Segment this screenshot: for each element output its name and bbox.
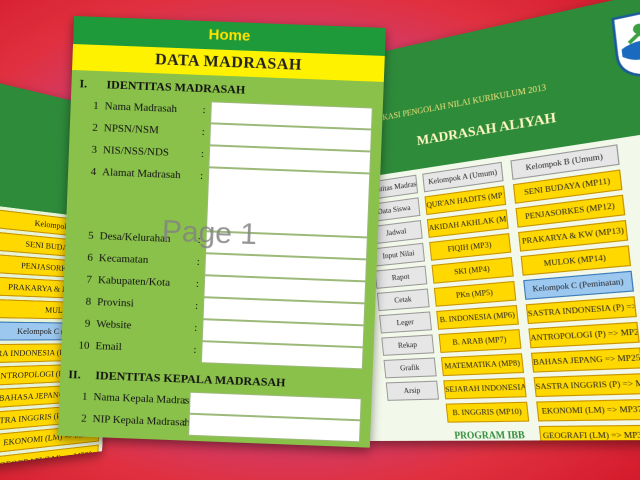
field-label: NIP Kepala Madrasah [92,413,191,429]
row-number: 4 [90,165,97,178]
field-colon: : [197,233,201,247]
subject-button[interactable]: SKI (MP4) [431,256,514,284]
row-number: 7 [86,273,93,286]
subject-button[interactable]: ANTROPOLOGI (P) => MP24 [528,321,640,349]
group-bc-column: Kelompok B (Umum) SENI BUDAYA (MP11) PENJA… [510,144,640,441]
row-number: 10 [78,339,90,352]
row-number: 9 [84,317,91,330]
subject-button[interactable]: GEOGRAFI (LM) => MP39 [538,424,640,441]
menu-button[interactable]: Rapot [374,265,428,289]
section-number: II. [68,367,81,382]
subject-button[interactable]: BAHASA JEPANG => MP25 [530,347,640,373]
row-number: 6 [87,251,94,264]
subject-button[interactable]: MATEMATIKA (MP8) [440,353,525,377]
identitas-madrasah-fields: 1 Nama Madrasah: 2 NPSN/NSM: 3 NIS/NSS/NDS: 4 A… [61,95,383,370]
field-colon: : [182,416,186,429]
subject-button[interactable]: Kelompok C (Peminatan) [523,270,635,300]
madrasah-logo-icon [605,2,640,83]
row-number: 8 [85,295,92,308]
menu-button[interactable]: Input Nilai [372,242,426,267]
row-number: 2 [80,412,87,425]
subject-button[interactable]: B. INGGRIS (MP10) [445,401,530,423]
row-number: 1 [92,99,99,113]
menu-button[interactable]: Cetak [376,288,430,312]
subject-button[interactable]: PKn (MP5) [433,280,517,307]
field-colon: : [195,277,200,290]
data-madrasah-form: Home DATA MADRASAH I. IDENTITAS MADRASAH… [57,16,386,448]
subject-button[interactable]: SASTRA INDONESIA (P) => MP23 [525,296,637,325]
subject-button[interactable]: FIQIH (MP3) [429,233,512,261]
field-label: Kecamatan [98,252,149,267]
field-colon: : [194,299,199,312]
menu-button[interactable]: Leger [379,311,433,334]
section-title: IDENTITAS KEPALA MADRASAH [95,368,286,390]
row-number: 2 [92,121,99,135]
field-colon: : [183,394,187,407]
subject-button[interactable]: B. ARAB (MP7) [438,329,522,353]
program-label: PROGRAM IBB [453,429,526,441]
subject-button[interactable]: SASTRA INGGRIS (P) => MP26 [533,373,640,398]
section-title: IDENTITAS MADRASAH [106,77,246,97]
field-colon: : [200,147,205,161]
field-colon: : [193,343,197,356]
field-input[interactable] [188,413,361,443]
subject-button[interactable]: B. INDONESIA (MP6) [436,304,519,330]
field-label: Website [96,318,132,332]
field-colon: : [199,169,204,183]
field-label: Alamat Madrasah [101,166,181,182]
row-number: 1 [81,390,88,403]
row-number: 5 [87,229,94,242]
field-input[interactable] [205,167,371,238]
subject-button[interactable]: SEJARAH INDONESIA (MP9) [443,377,527,400]
section-number: I. [79,76,88,91]
field-label: Provinsi [96,296,135,310]
subject-button[interactable]: EKONOMI (LM) => MP37 [536,398,640,422]
field-label: Kabupaten/Kota [97,274,171,289]
field-label: NPSN/NSM [103,122,160,137]
field-colon: : [202,104,206,117]
menu-button[interactable]: Arsip [385,380,440,401]
field-colon: : [194,321,198,334]
field-colon: : [201,126,206,139]
form-row: 4 Alamat Madrasah: [66,161,380,238]
field-label: Desa/Kelurahan [99,230,171,245]
field-label: Nama Madrasah [104,100,178,116]
school-type-title: MADRASAH ALIYAH [416,108,557,149]
row-number: 3 [91,143,98,156]
menu-button[interactable]: Grafik [383,357,437,379]
menu-button[interactable]: Rekap [381,334,435,356]
field-label: NIS/NSS/NDS [102,144,170,159]
field-colon: : [196,255,201,269]
field-label: Email [95,340,122,354]
